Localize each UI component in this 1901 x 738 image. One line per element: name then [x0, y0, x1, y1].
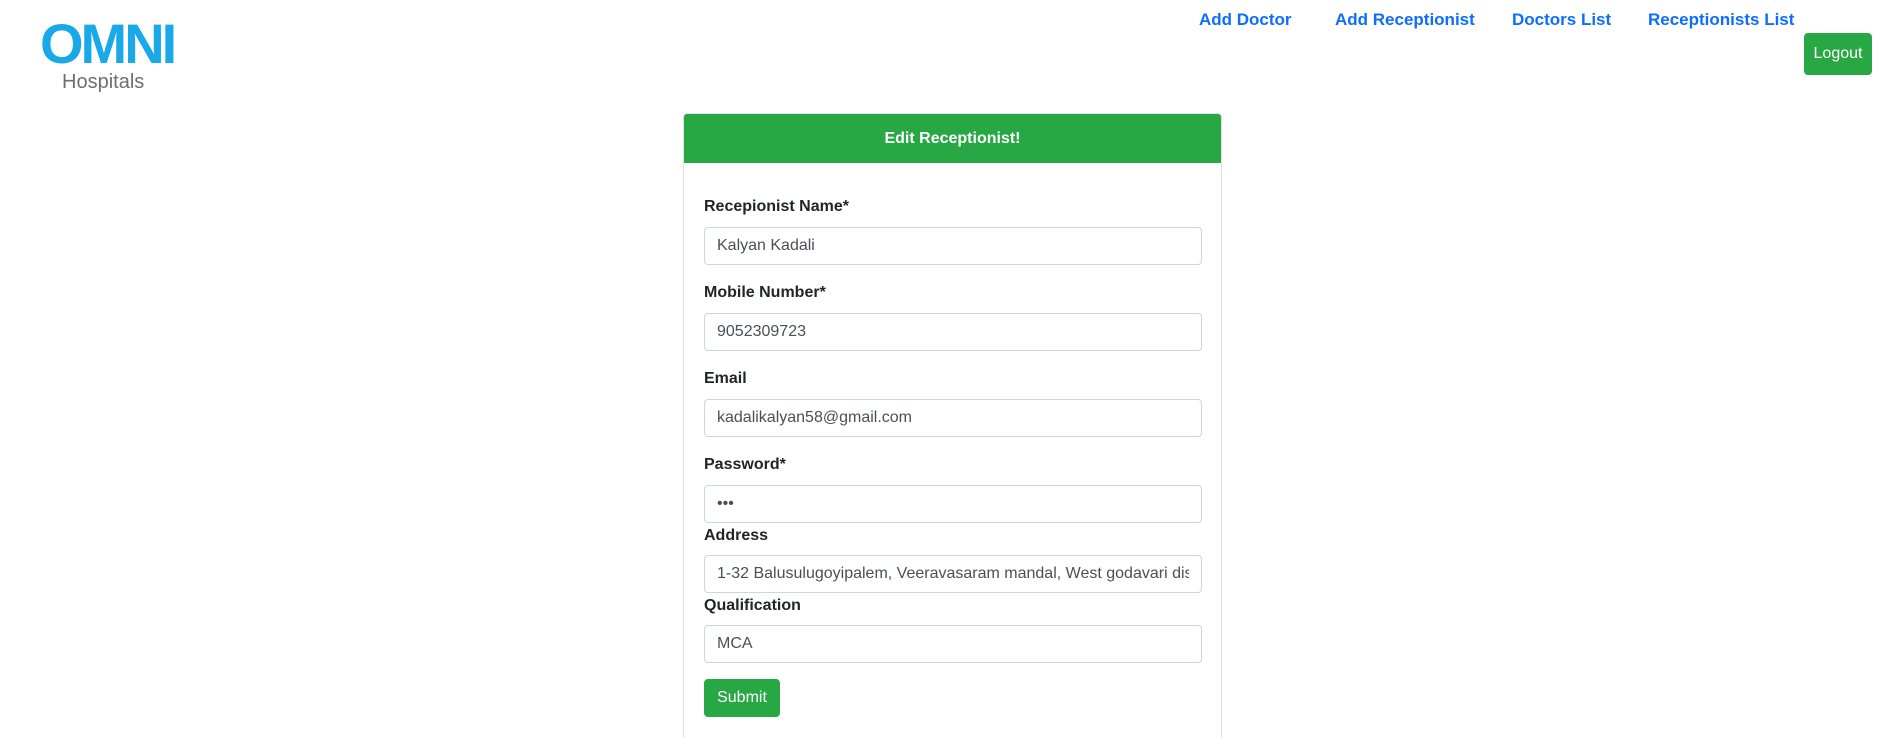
card-title: Edit Receptionist! — [684, 114, 1221, 163]
logo-wordmark: OMNI — [40, 12, 177, 75]
email-input[interactable] — [704, 399, 1202, 437]
logout-button[interactable]: Logout — [1804, 33, 1872, 75]
nav-doctors-list[interactable]: Doctors List — [1512, 10, 1611, 30]
navbar: OMNI Hospitals Add Doctor Add Receptioni… — [0, 0, 1901, 100]
qualification-label: Qualification — [704, 597, 801, 614]
address-label: Address — [704, 527, 769, 544]
name-label: Recepionist Name* — [704, 198, 849, 215]
password-input[interactable] — [704, 485, 1202, 523]
receptionist-name-input[interactable] — [704, 227, 1202, 265]
email-label: Email — [704, 370, 747, 387]
nav-add-receptionist[interactable]: Add Receptionist — [1335, 10, 1475, 30]
edit-receptionist-card: Edit Receptionist! Recepionist Name* Mob… — [683, 113, 1222, 738]
mobile-label: Mobile Number* — [704, 284, 826, 301]
address-input[interactable] — [704, 555, 1202, 593]
logo-subtitle: Hospitals — [62, 71, 145, 93]
omni-hospitals-logo[interactable]: OMNI Hospitals — [40, 12, 180, 94]
nav-add-doctor[interactable]: Add Doctor — [1199, 10, 1292, 30]
password-label: Password* — [704, 456, 786, 473]
nav-receptionists-list[interactable]: Receptionists List — [1648, 10, 1794, 30]
submit-button[interactable]: Submit — [704, 679, 780, 717]
mobile-number-input[interactable] — [704, 313, 1202, 351]
qualification-input[interactable] — [704, 625, 1202, 663]
